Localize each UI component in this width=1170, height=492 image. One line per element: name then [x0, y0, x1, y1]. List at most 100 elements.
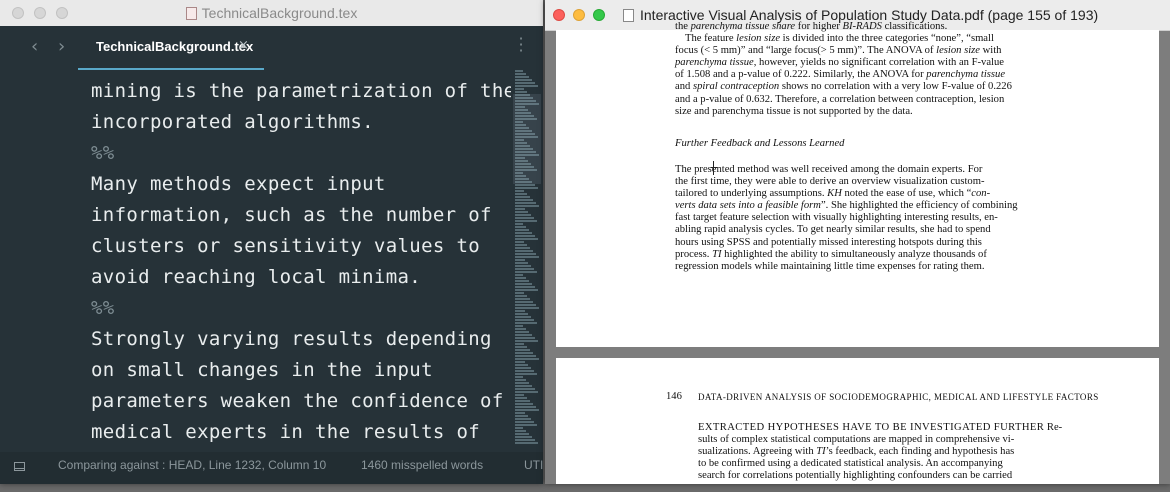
running-header: DATA-DRIVEN ANALYSIS OF SOCIODEMOGRAPHIC…	[698, 392, 1099, 402]
minimap-line	[515, 322, 537, 324]
text-run: , however, yields no significant correla…	[753, 57, 1004, 69]
text-run: EXTRACTED HYPOTHESES HAVE TO BE INVESTIG…	[698, 422, 1045, 433]
minimap-line	[515, 232, 532, 234]
minimap-line	[515, 400, 530, 402]
git-compare-status[interactable]: Comparing against : HEAD, Line 1232, Col…	[58, 458, 326, 472]
text-run: size and parenchyma tissue is not suppor…	[675, 105, 913, 117]
minimap-line	[515, 298, 530, 300]
pdf-text-line: regression models while maintaining litt…	[675, 261, 1018, 273]
minimap-line	[515, 319, 534, 321]
editor-window-title: TechnicalBackground.tex	[0, 0, 543, 26]
text-run: the	[675, 21, 691, 32]
code-line[interactable]: on small changes in the input	[91, 355, 511, 386]
minimap-line	[515, 358, 539, 360]
minimap-line	[515, 421, 534, 423]
minimap-line	[515, 295, 527, 297]
minimap-line	[515, 73, 526, 75]
back-icon[interactable]: ‹	[31, 36, 38, 57]
tab-technicalbackground[interactable]: TechnicalBackground.tex ×	[78, 26, 264, 70]
minimap-line	[515, 256, 539, 258]
code-editor[interactable]: mining is the parametrization of the inco…	[91, 76, 511, 452]
minimap-line	[515, 433, 529, 435]
text-run: BI-RADS	[842, 21, 882, 32]
minimap-line	[515, 391, 538, 393]
text-run: process.	[675, 248, 713, 260]
close-tab-icon[interactable]: ×	[238, 38, 249, 53]
pdf-text-line: parenchyma tissue, however, yields no si…	[675, 57, 1012, 69]
text-run: hours using SPSS and potentially missed …	[675, 236, 982, 248]
minimap-line	[515, 199, 533, 201]
paragraph-feedback: The presented method was well received a…	[675, 164, 1018, 273]
minimap-line	[515, 334, 532, 336]
minimap-line	[515, 442, 538, 444]
tab-label: TechnicalBackground.tex	[96, 39, 254, 54]
minimap-viewport[interactable]	[513, 94, 541, 184]
minimap-line	[515, 226, 526, 228]
code-line[interactable]: parameters weaken the confidence of	[91, 386, 511, 417]
minimap-line	[515, 367, 531, 369]
minimap-line	[515, 382, 529, 384]
pdf-text-line: tailored to underlying assumptions. KH n…	[675, 188, 1018, 200]
text-run: TI	[816, 446, 826, 458]
pdf-text-line: and spiral contraception shows no correl…	[675, 81, 1012, 93]
code-line[interactable]: information, such as the number of	[91, 200, 511, 231]
pdf-text-line: to be confirmed using a dedicated statis…	[698, 458, 1062, 470]
pdf-text-line: the first time, they were able to derive…	[675, 176, 1018, 188]
minimap-line	[515, 79, 532, 81]
close-button[interactable]	[553, 9, 565, 21]
code-line[interactable]: Many methods expect input	[91, 169, 511, 200]
tex-file-icon	[185, 7, 197, 20]
minimap[interactable]	[513, 70, 541, 452]
panel-toggle-icon[interactable]	[14, 462, 25, 471]
pdf-page-155[interactable]: the parenchyma tissue share for higher B…	[556, 21, 1159, 347]
minimap-line	[515, 316, 531, 318]
minimap-line	[515, 184, 535, 186]
zoom-button[interactable]	[593, 9, 605, 21]
code-line[interactable]: mining is the parametrization of the	[91, 76, 511, 107]
pdf-file-icon	[623, 9, 634, 22]
minimap-line	[515, 268, 534, 270]
minimap-line	[515, 253, 536, 255]
text-run: KH	[827, 188, 842, 200]
minimap-line	[515, 283, 532, 285]
code-comment-line[interactable]: %%	[91, 138, 511, 169]
minimap-line	[515, 277, 526, 279]
minimap-line	[515, 343, 524, 345]
minimap-line	[515, 271, 537, 273]
code-line[interactable]: clusters or sensitivity values to	[91, 231, 511, 262]
encoding-status[interactable]: UTI	[524, 458, 543, 472]
code-line[interactable]: Strongly varying results depending	[91, 324, 511, 355]
code-comment-line[interactable]: %%	[91, 293, 511, 324]
minimap-line	[515, 313, 528, 315]
minimap-line	[515, 337, 535, 339]
minimize-button[interactable]	[573, 9, 585, 21]
text-run: regression models while maintaining litt…	[675, 260, 985, 272]
code-line[interactable]: incorporated algorithms.	[91, 107, 511, 138]
text-run: with	[980, 45, 1002, 57]
code-line[interactable]: avoid reaching local minima.	[91, 262, 511, 293]
minimap-line	[515, 82, 535, 84]
minimap-line	[515, 286, 535, 288]
more-options-icon[interactable]: · · ·	[517, 31, 525, 59]
minimap-line	[515, 91, 527, 93]
minimap-line	[515, 235, 535, 237]
minimap-line	[515, 196, 530, 198]
minimap-line	[515, 427, 523, 429]
forward-icon[interactable]: ›	[58, 36, 65, 57]
minimap-line	[515, 223, 523, 225]
minimap-line	[515, 244, 527, 246]
text-run: focus (< 5 mm)” and “large focus(> 5 mm)…	[675, 45, 937, 57]
editor-titlebar: TechnicalBackground.tex	[0, 0, 543, 27]
minimap-line	[515, 85, 538, 87]
pdf-page-146[interactable]: 146 DATA-DRIVEN ANALYSIS OF SOCIODEMOGRA…	[556, 358, 1159, 484]
editor-window: TechnicalBackground.tex ‹ › TechnicalBac…	[0, 0, 543, 484]
text-run: ”. She highlighted the efficiency of com…	[820, 200, 1018, 212]
active-tab-indicator	[78, 68, 264, 70]
spellcheck-status[interactable]: 1460 misspelled words	[361, 458, 483, 472]
minimap-line	[515, 190, 524, 192]
code-line[interactable]: medical experts in the results of	[91, 417, 511, 448]
pdf-text-line: and a p-value of 0.632. Therefore, a cor…	[675, 94, 1012, 106]
minimap-line	[515, 349, 530, 351]
text-run: search for correlations potentially high…	[698, 470, 1013, 482]
tab-bar: ‹ › TechnicalBackground.tex × · · ·	[0, 26, 543, 70]
